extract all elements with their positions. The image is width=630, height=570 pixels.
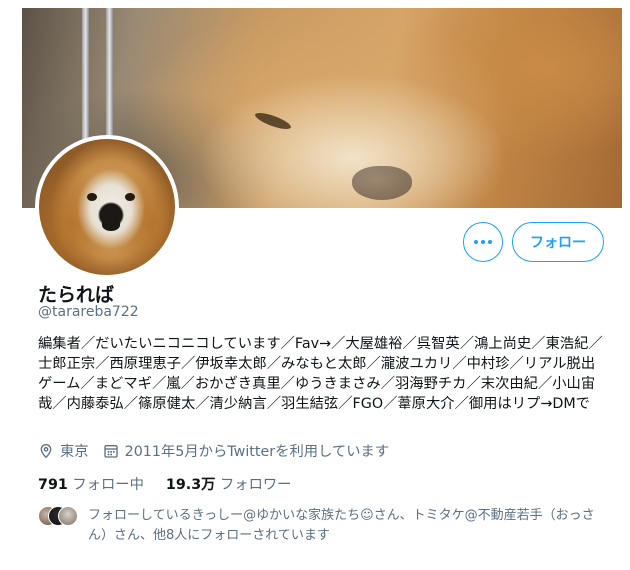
more-icon	[473, 240, 494, 244]
follow-button[interactable]: フォロー	[512, 222, 604, 262]
banner-detail	[253, 109, 293, 133]
banner-detail	[352, 166, 412, 200]
avatar-detail	[87, 193, 97, 201]
more-button[interactable]	[463, 222, 503, 262]
followers-count: 19.3万	[165, 477, 216, 493]
followers-link[interactable]: 19.3万 フォロワー	[166, 473, 292, 494]
avatar-detail	[125, 193, 135, 201]
profile-handle: @tarareba722	[38, 304, 139, 320]
location-icon	[40, 443, 52, 458]
followers-you-know[interactable]: フォローしているきっしー@ゆかいな家族たち☺さん、トミタケ@不動産若手（おっさん…	[38, 506, 604, 546]
followed-by-text: フォローしているきっしー@ゆかいな家族たち☺さん、トミタケ@不動産若手（おっさん…	[88, 508, 595, 543]
profile-meta: 東京 2011年5月からTwitterを利用しています	[38, 440, 403, 461]
profile-avatar[interactable]	[35, 135, 179, 279]
avatar-detail	[102, 219, 120, 231]
location-item: 東京	[38, 440, 89, 461]
followers-label: フォロワー	[220, 477, 292, 493]
profile-stats: 791 フォロー中 19.3万 フォロワー	[38, 473, 313, 494]
profile-name: たられば	[38, 284, 115, 306]
joined-text: 2011年5月からTwitterを利用しています	[124, 444, 390, 460]
following-link[interactable]: 791 フォロー中	[38, 473, 144, 494]
location-text: 東京	[60, 444, 89, 460]
following-label: フォロー中	[72, 477, 144, 493]
avatar	[58, 506, 78, 526]
calendar-icon	[103, 444, 118, 458]
banner-detail	[106, 8, 113, 143]
banner-detail	[82, 8, 89, 143]
mutual-avatars	[38, 506, 84, 526]
profile-bio: 編集者／だいたいニコニコしています／Fav→／大屋雄裕／呉智英／鴻上尚史／東浩紀…	[38, 336, 603, 412]
joined-item: 2011年5月からTwitterを利用しています	[103, 440, 390, 461]
following-count: 791	[38, 477, 68, 493]
